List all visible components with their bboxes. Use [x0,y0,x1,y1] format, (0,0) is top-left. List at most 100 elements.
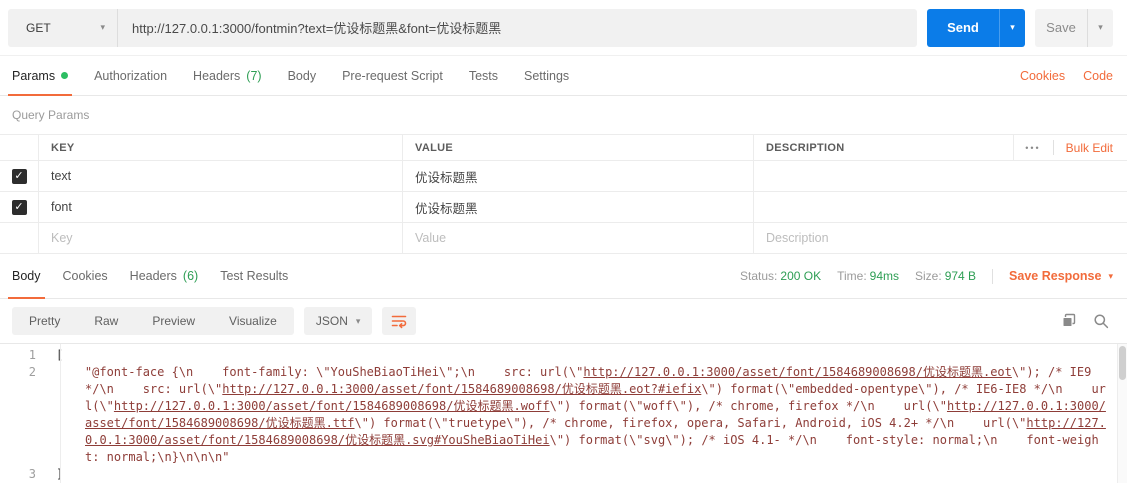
chevron-down-icon: ▾ [1108,271,1113,282]
response-url-link[interactable]: http://127.0.0.1:3000/asset/font/1584689… [583,365,1011,379]
send-button-group: Send ▾ [927,9,1025,47]
send-options-chevron-icon[interactable]: ▾ [999,9,1025,47]
format-select[interactable]: JSON ▾ [304,307,373,335]
view-mode-preview[interactable]: Preview [135,307,212,335]
checkbox-cell: ✓ [0,192,38,222]
code-text: \") format(\"svg\"); [550,433,702,447]
tab-test-results[interactable]: Test Results [220,254,288,298]
tab-label: Headers [193,69,240,83]
time-badge: Time:94ms [837,269,899,283]
tab-params[interactable]: Params [12,56,68,95]
param-description-cell[interactable] [753,161,1013,191]
checkbox-cell [0,223,38,253]
tab-label: Cookies [63,269,108,283]
params-rows: ✓text优设标题黑✓font优设标题黑KeyValueDescription [0,161,1127,254]
tab-pre-request-script[interactable]: Pre-request Script [342,56,443,95]
param-value-placeholder[interactable]: Value [402,223,753,253]
cookies-link[interactable]: Cookies [1020,69,1065,83]
code-text: \") format(\"truetype\"), [355,416,543,430]
tab-authorization[interactable]: Authorization [94,56,167,95]
scrollbar-thumb[interactable] [1119,346,1126,380]
save-button-group: Save ▾ [1035,9,1113,47]
params-header-row: KEY VALUE DESCRIPTION ••• Bulk Edit [0,135,1127,161]
param-key-cell[interactable]: font [38,192,402,222]
method-select[interactable]: GET ▾ [8,9,118,47]
chevron-down-icon: ▾ [100,22,105,33]
tab-label: Body [12,269,41,283]
view-mode-raw[interactable]: Raw [77,307,135,335]
code-content: ] [52,466,1127,483]
status-badge: Status:200 OK [740,269,821,283]
param-actions-cell [1013,192,1127,222]
url-input[interactable] [118,9,917,47]
tab-label: Tests [469,69,498,83]
search-icon [1093,313,1109,329]
view-mode-pretty[interactable]: Pretty [12,307,77,335]
request-tabs: Params Authorization Headers(7) Body Pre-req… [12,56,569,95]
wrap-text-button[interactable] [382,307,416,335]
tab-count: (6) [183,269,198,283]
view-mode-group: PrettyRawPreviewVisualize [12,307,294,335]
code-content: [ [52,347,1127,364]
param-description-placeholder[interactable]: Description [753,223,1013,253]
param-actions-cell [1013,161,1127,191]
code-text: /* chrome, firefox */\n url(\" [709,399,947,413]
checkbox-cell: ✓ [0,161,38,191]
save-button[interactable]: Save [1035,9,1087,47]
param-description-cell[interactable] [753,192,1013,222]
response-url-link[interactable]: http://127.0.0.1:3000/asset/font/1584689… [114,399,550,413]
param-key-placeholder[interactable]: Key [38,223,402,253]
bulk-edit-link[interactable]: Bulk Edit [1066,141,1113,155]
param-row-empty: KeyValueDescription [0,223,1127,254]
save-options-chevron-icon[interactable]: ▾ [1087,9,1113,47]
tab-cookies[interactable]: Cookies [63,254,108,298]
column-header-key: KEY [38,135,402,160]
tab-label: Params [12,69,55,83]
more-options-icon[interactable]: ••• [1025,143,1040,153]
copy-button[interactable] [1061,313,1077,329]
tab-settings[interactable]: Settings [524,56,569,95]
tab-label: Settings [524,69,569,83]
line-number: 3 [0,466,48,483]
code-link[interactable]: Code [1083,69,1113,83]
param-row: ✓ font优设标题黑 [0,192,1127,223]
wrap-text-icon [391,313,407,329]
param-key-cell[interactable]: text [38,161,402,191]
code-content: "@font-face {\n font-family: \"YouSheBia… [52,364,1127,466]
code-text: \") format(\"embedded-opentype\"), [701,382,954,396]
response-status-group: Status:200 OK Time:94ms Size:974 B Save … [740,269,1113,284]
request-tabs-row: Params Authorization Headers(7) Body Pre-req… [0,56,1127,96]
tab-label: Test Results [220,269,288,283]
tab-label: Pre-request Script [342,69,443,83]
param-row: ✓ text优设标题黑 [0,161,1127,192]
code-text: \n\n\n" [179,450,230,464]
save-response-button[interactable]: Save Response ▾ [1009,269,1113,283]
scrollbar-track[interactable] [1117,344,1127,483]
line-number: 2 [0,364,48,466]
chevron-down-icon: ▾ [356,316,361,327]
search-button[interactable] [1093,313,1109,329]
tab-headers[interactable]: Headers(7) [193,56,262,95]
response-meta-row: Body Cookies Headers(6) Test Results Status… [0,254,1127,299]
response-url-link[interactable]: http://127.0.0.1:3000/asset/font/1584689… [222,382,701,396]
checkbox-checked[interactable]: ✓ [12,169,27,184]
code-lines: 1[2 "@font-face {\n font-family: \"YouSh… [0,347,1127,483]
line-number: 1 [0,347,48,364]
tab-body[interactable]: Body [288,56,317,95]
response-body-viewer: 1[2 "@font-face {\n font-family: \"YouSh… [0,343,1127,483]
send-button[interactable]: Send [927,9,999,47]
request-links: Cookies Code [1020,56,1113,95]
request-bar: GET ▾ Send ▾ Save ▾ [0,0,1127,56]
url-bar-container: GET ▾ [8,9,917,47]
tab-headers[interactable]: Headers(6) [130,254,199,298]
green-dot-icon [61,72,68,79]
size-badge: Size:974 B [915,269,976,283]
checkbox-checked[interactable]: ✓ [12,200,27,215]
column-header-value: VALUE [402,135,753,160]
view-mode-visualize[interactable]: Visualize [212,307,294,335]
param-value-cell[interactable]: 优设标题黑 [402,192,753,222]
tab-body[interactable]: Body [12,254,41,298]
tab-tests[interactable]: Tests [469,56,498,95]
param-value-cell[interactable]: 优设标题黑 [402,161,753,191]
code-text: \"); [1012,365,1048,379]
